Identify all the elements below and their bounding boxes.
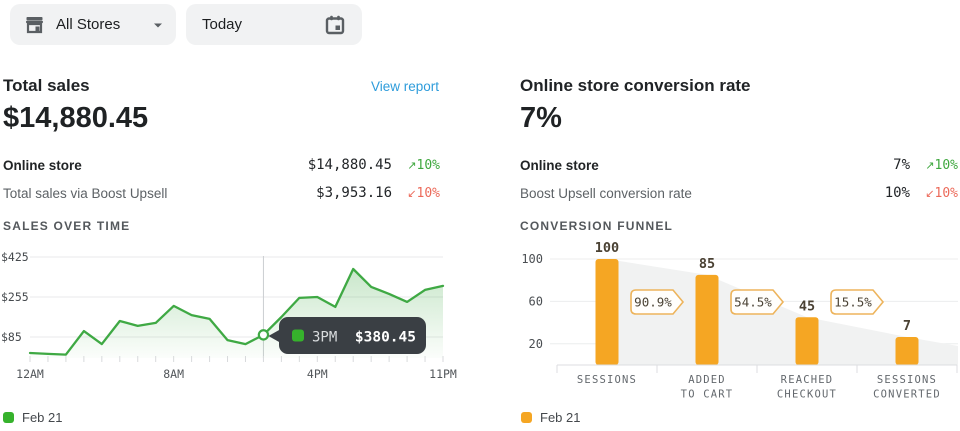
metric-value: 7%: [893, 157, 910, 173]
funnel-bar[interactable]: [596, 259, 619, 365]
conversion-badge-label: 15.5%: [834, 295, 872, 310]
bar-value-label: 100: [595, 240, 619, 256]
sales-over-time-heading: SALES OVER TIME: [3, 219, 130, 233]
storefront-icon: [24, 14, 45, 35]
metric-row-boost-upsell-rate: Boost Upsell conversion rate 10% ↙10%: [520, 182, 958, 204]
category-label: SESSIONS: [577, 374, 637, 386]
y-axis-label: 60: [529, 294, 543, 308]
category-label: REACHED: [781, 374, 834, 386]
metric-label: Online store: [3, 158, 308, 173]
legend-swatch-green: [3, 412, 14, 423]
category-label: TO CART: [681, 389, 734, 401]
view-report-link[interactable]: View report: [371, 79, 439, 94]
calendar-icon: [324, 14, 346, 36]
metric-label: Total sales via Boost Upsell: [3, 186, 316, 201]
sales-legend: Feb 21: [3, 410, 62, 425]
store-filter-button[interactable]: All Stores: [10, 4, 176, 45]
total-sales-title: Total sales: [3, 76, 90, 96]
funnel-bar[interactable]: [696, 275, 719, 365]
delta-badge: ↗10%: [910, 158, 958, 173]
conversion-funnel-chart[interactable]: 100 60 20 100 85 45 7 90.9% 54.5% 15.5% SESSIONS AD…: [0, 240, 960, 405]
store-filter-label: All Stores: [56, 16, 120, 33]
metric-label: Boost Upsell conversion rate: [520, 186, 885, 201]
metric-row-online-store-rate: Online store 7% ↗10%: [520, 154, 958, 176]
conversion-badge-label: 54.5%: [734, 295, 772, 310]
total-sales-header: Total sales View report: [3, 76, 439, 96]
legend-label: Feb 21: [22, 410, 62, 425]
total-sales-value: $14,880.45: [3, 102, 148, 135]
metric-label: Online store: [520, 158, 893, 173]
legend-label: Feb 21: [540, 410, 580, 425]
metric-row-boost-upsell-sales: Total sales via Boost Upsell $3,953.16 ↙…: [3, 182, 440, 204]
funnel-legend: Feb 21: [521, 410, 580, 425]
trend-down-icon: ↙: [925, 187, 934, 200]
trend-up-icon: ↗: [925, 159, 934, 172]
analytics-dashboard: All Stores Today Total sales View report…: [0, 0, 960, 431]
bar-value-label: 85: [699, 256, 715, 272]
bar-value-label: 45: [799, 298, 815, 314]
category-label: ADDED: [688, 374, 726, 386]
category-label: CHECKOUT: [777, 389, 837, 401]
delta-badge: ↙10%: [392, 186, 440, 201]
chevron-down-icon: [154, 23, 162, 31]
conversion-header: Online store conversion rate: [520, 76, 958, 96]
date-filter-button[interactable]: Today: [186, 4, 362, 45]
metric-value: 10%: [885, 185, 910, 201]
bar-value-label: 7: [903, 318, 911, 334]
legend-swatch-orange: [521, 412, 532, 423]
metric-value: $14,880.45: [308, 157, 392, 173]
delta-badge: ↙10%: [910, 186, 958, 201]
y-axis-label: 100: [521, 252, 543, 266]
y-axis-label: 20: [529, 337, 543, 351]
date-filter-label: Today: [202, 16, 242, 33]
category-label: SESSIONS: [877, 374, 937, 386]
category-label: CONVERTED: [873, 389, 941, 401]
conversion-badge-label: 90.9%: [634, 295, 672, 310]
trend-up-icon: ↗: [407, 159, 416, 172]
funnel-bar[interactable]: [896, 337, 919, 365]
metric-row-online-store-sales: Online store $14,880.45 ↗10%: [3, 154, 440, 176]
trend-down-icon: ↙: [407, 187, 416, 200]
conversion-title: Online store conversion rate: [520, 76, 751, 96]
funnel-bar[interactable]: [796, 317, 819, 365]
metric-value: $3,953.16: [316, 185, 392, 201]
delta-badge: ↗10%: [392, 158, 440, 173]
conversion-funnel-heading: CONVERSION FUNNEL: [520, 219, 673, 233]
conversion-rate-value: 7%: [520, 102, 562, 135]
